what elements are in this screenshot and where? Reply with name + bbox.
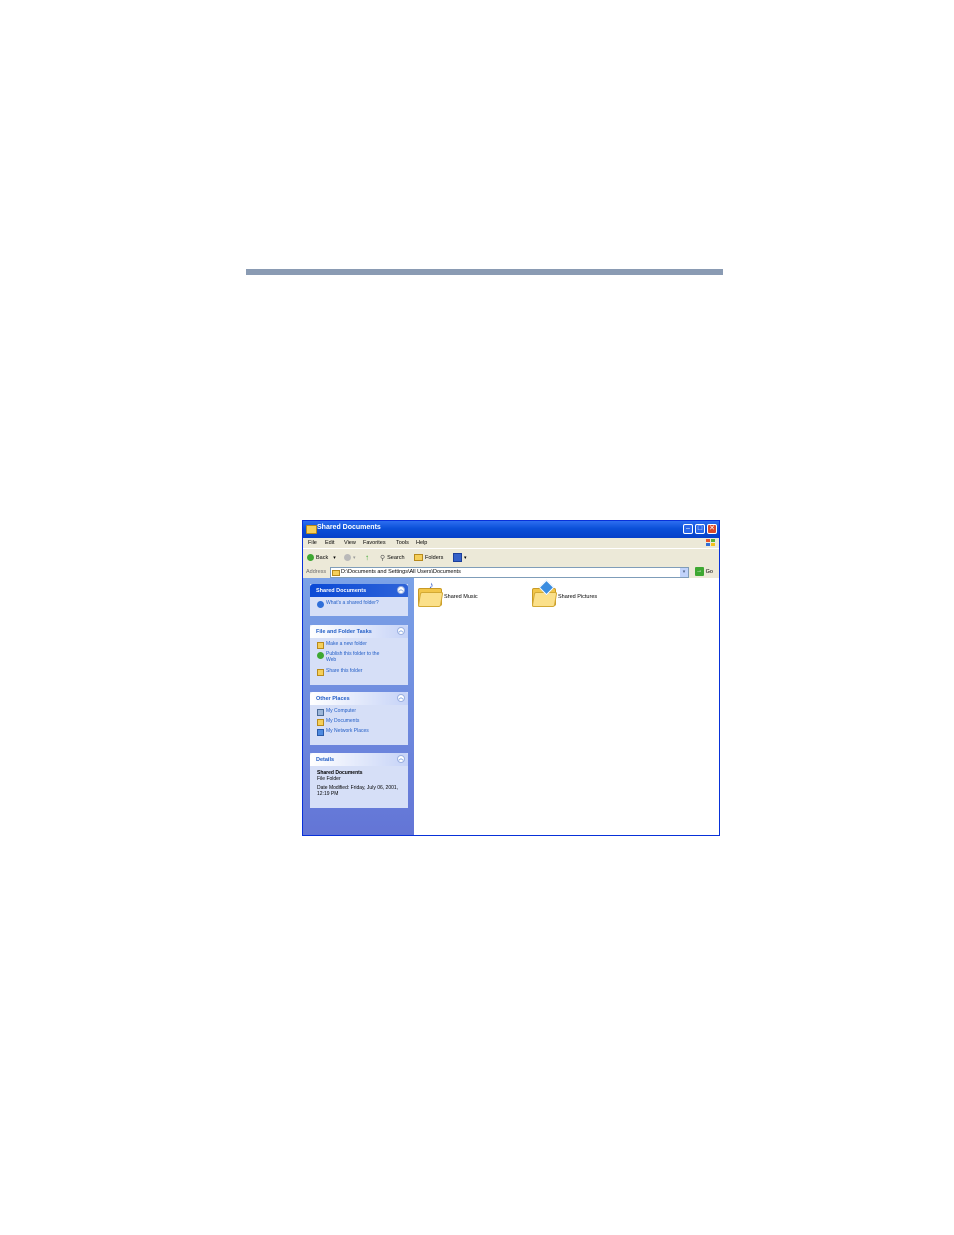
close-button[interactable]: ✕ (707, 524, 717, 534)
search-label: Search (387, 554, 405, 561)
standard-toolbar: Back ▾ ▾ ↑ ⚲ Search Folders ▾ (303, 548, 719, 567)
menu-file[interactable]: File (308, 540, 317, 546)
folder-content: ♪ Shared Music Shared Pictures (414, 578, 719, 835)
back-dropdown-icon[interactable]: ▾ (333, 555, 336, 561)
menu-favorites[interactable]: Favorites (363, 540, 386, 546)
forward-arrow-icon (344, 554, 351, 561)
collapse-chevron-icon[interactable]: ︽ (397, 586, 405, 594)
folder-item-shared-pictures[interactable]: Shared Pictures (531, 579, 598, 607)
link-label: My Computer (326, 708, 357, 714)
shared-folder-help-link[interactable]: What's a shared folder? (317, 600, 379, 608)
collapse-chevron-icon[interactable]: ︽ (397, 694, 405, 702)
search-button[interactable]: ⚲ Search (380, 553, 405, 562)
panel-header[interactable]: Shared Documents ︽ (310, 584, 408, 597)
share-folder-icon (317, 669, 324, 676)
music-folder-icon: ♪ (417, 581, 444, 607)
minimize-button[interactable]: – (683, 524, 693, 534)
menu-view[interactable]: View (344, 540, 356, 546)
windows-logo-icon (706, 539, 715, 547)
folders-label: Folders (425, 554, 444, 561)
panel-header[interactable]: Details ︽ (310, 753, 408, 766)
views-button[interactable]: ▾ (453, 553, 467, 562)
folders-icon (414, 554, 423, 561)
address-value: D:\Documents and Settings\All Users\Docu… (341, 569, 461, 575)
window-title: Shared Documents (317, 524, 381, 531)
make-new-folder-link[interactable]: Make a new folder (317, 641, 367, 649)
address-bar: Address D:\Documents and Settings\All Us… (303, 566, 719, 578)
publish-folder-link[interactable]: Publish this folder to the Web (317, 651, 387, 663)
task-pane: Shared Documents ︽ What's a shared folde… (303, 578, 414, 835)
panel-header[interactable]: File and Folder Tasks ︽ (310, 625, 408, 638)
link-label: My Network Places (326, 728, 369, 734)
panel-header[interactable]: Other Places ︽ (310, 692, 408, 705)
maximize-button[interactable]: □ (695, 524, 705, 534)
panel-title: Shared Documents (316, 588, 367, 594)
menu-bar: File Edit View Favorites Tools Help (303, 538, 719, 548)
link-label: My Documents (326, 718, 360, 724)
address-field[interactable]: D:\Documents and Settings\All Users\Docu… (330, 567, 689, 578)
address-label: Address (306, 569, 327, 575)
link-label: Share this folder (326, 668, 363, 674)
panel-file-folder-tasks: File and Folder Tasks ︽ Make a new folde… (310, 625, 408, 685)
back-arrow-icon (307, 554, 314, 561)
forward-button[interactable]: ▾ (344, 553, 356, 562)
go-label: Go (705, 568, 713, 575)
up-button[interactable]: ↑ (365, 553, 369, 562)
documents-icon (317, 719, 324, 726)
menu-tools[interactable]: Tools (396, 540, 409, 546)
link-label: Publish this folder to the Web (326, 651, 380, 663)
details-modified: Date Modified: Friday, July 06, 2001, 12… (317, 785, 399, 797)
collapse-chevron-icon[interactable]: ︽ (397, 627, 405, 635)
folder-item-shared-music[interactable]: ♪ Shared Music (417, 581, 478, 607)
back-button[interactable]: Back ▾ (307, 553, 336, 562)
collapse-chevron-icon[interactable]: ︽ (397, 755, 405, 763)
menu-help[interactable]: Help (416, 540, 427, 546)
views-dropdown-icon: ▾ (464, 554, 467, 561)
link-label: Make a new folder (326, 641, 367, 647)
menu-edit[interactable]: Edit (325, 540, 334, 546)
title-bar[interactable]: Shared Documents – □ ✕ (303, 521, 719, 538)
folder-label: Shared Pictures (558, 594, 598, 600)
page-divider-rule (246, 269, 723, 275)
go-button[interactable]: → Go (694, 567, 713, 576)
my-computer-link[interactable]: My Computer (317, 708, 357, 716)
panel-details: Details ︽ Shared Documents File Folder D… (310, 753, 408, 808)
globe-icon (317, 652, 324, 659)
search-icon: ⚲ (380, 554, 386, 562)
network-icon (317, 729, 324, 736)
my-documents-link[interactable]: My Documents (317, 718, 360, 726)
panel-other-places: Other Places ︽ My Computer My Documents … (310, 692, 408, 745)
pictures-folder-icon (531, 579, 558, 607)
details-body: Shared Documents File Folder Date Modifi… (317, 770, 403, 797)
panel-title: Other Places (316, 696, 350, 702)
back-label: Back (316, 554, 329, 561)
details-type: File Folder (317, 776, 341, 782)
address-folder-icon (332, 570, 340, 576)
folder-label: Shared Music (444, 594, 478, 600)
up-folder-icon: ↑ (365, 553, 369, 562)
help-icon (317, 601, 324, 608)
forward-dropdown-icon[interactable]: ▾ (353, 555, 356, 561)
share-folder-link[interactable]: Share this folder (317, 668, 363, 676)
computer-icon (317, 709, 324, 716)
views-icon (453, 553, 462, 562)
panel-title: File and Folder Tasks (316, 629, 372, 635)
link-label: What's a shared folder? (326, 600, 379, 606)
explorer-window: Shared Documents – □ ✕ File Edit View Fa… (302, 520, 720, 836)
panel-shared-documents: Shared Documents ︽ What's a shared folde… (310, 584, 408, 616)
go-arrow-icon: → (694, 567, 704, 576)
panel-title: Details (316, 757, 335, 763)
folder-icon (306, 525, 317, 534)
address-dropdown-icon[interactable]: ▾ (680, 568, 688, 577)
new-folder-icon (317, 642, 324, 649)
folders-button[interactable]: Folders (414, 553, 443, 562)
my-network-places-link[interactable]: My Network Places (317, 728, 369, 736)
